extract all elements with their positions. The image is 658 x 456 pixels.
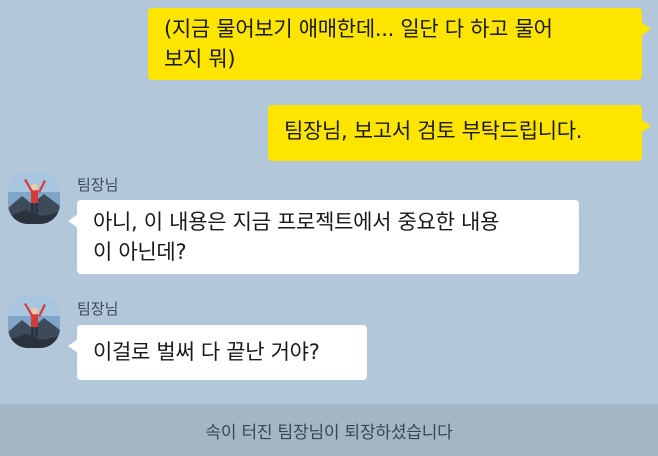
avatar-photo-icon — [8, 172, 60, 224]
message-line: (지금 물어보기 애매한데... 일단 다 하고 물어 — [164, 17, 553, 41]
sender-name: 팀장님 — [77, 176, 119, 194]
incoming-message-bubble[interactable]: 아니, 이 내용은 지금 프로젝트에서 중요한 내용 이 아닌데? — [68, 200, 579, 274]
message-text: 팀장님, 보고서 검토 부탁드립니다. — [284, 119, 583, 143]
sender-avatar[interactable] — [8, 296, 60, 348]
chat-area: (지금 물어보기 애매한데... 일단 다 하고 물어 보지 뭐) 팀장님, 보… — [0, 0, 658, 404]
outgoing-message-bubble[interactable]: (지금 물어보기 애매한데... 일단 다 하고 물어 보지 뭐) — [148, 8, 651, 80]
message-line: 아니, 이 내용은 지금 프로젝트에서 중요한 내용 — [93, 210, 500, 234]
message-line: 이 아닌데? — [93, 240, 187, 264]
system-notice-bar: 속이 터진 팀장님이 퇴장하셨습니다 — [0, 404, 658, 456]
incoming-message-bubble[interactable]: 이걸로 벌써 다 끝난 거야? — [68, 325, 367, 380]
sender-name: 팀장님 — [77, 300, 119, 318]
message-line: 보지 뭐) — [164, 47, 236, 71]
message-text: 이걸로 벌써 다 끝난 거야? — [93, 340, 320, 364]
avatar-photo-icon — [8, 296, 60, 348]
system-notice-text: 속이 터진 팀장님이 퇴장하셨습니다 — [205, 422, 453, 443]
sender-avatar[interactable] — [8, 172, 60, 224]
outgoing-message-bubble[interactable]: 팀장님, 보고서 검토 부탁드립니다. — [268, 105, 651, 161]
